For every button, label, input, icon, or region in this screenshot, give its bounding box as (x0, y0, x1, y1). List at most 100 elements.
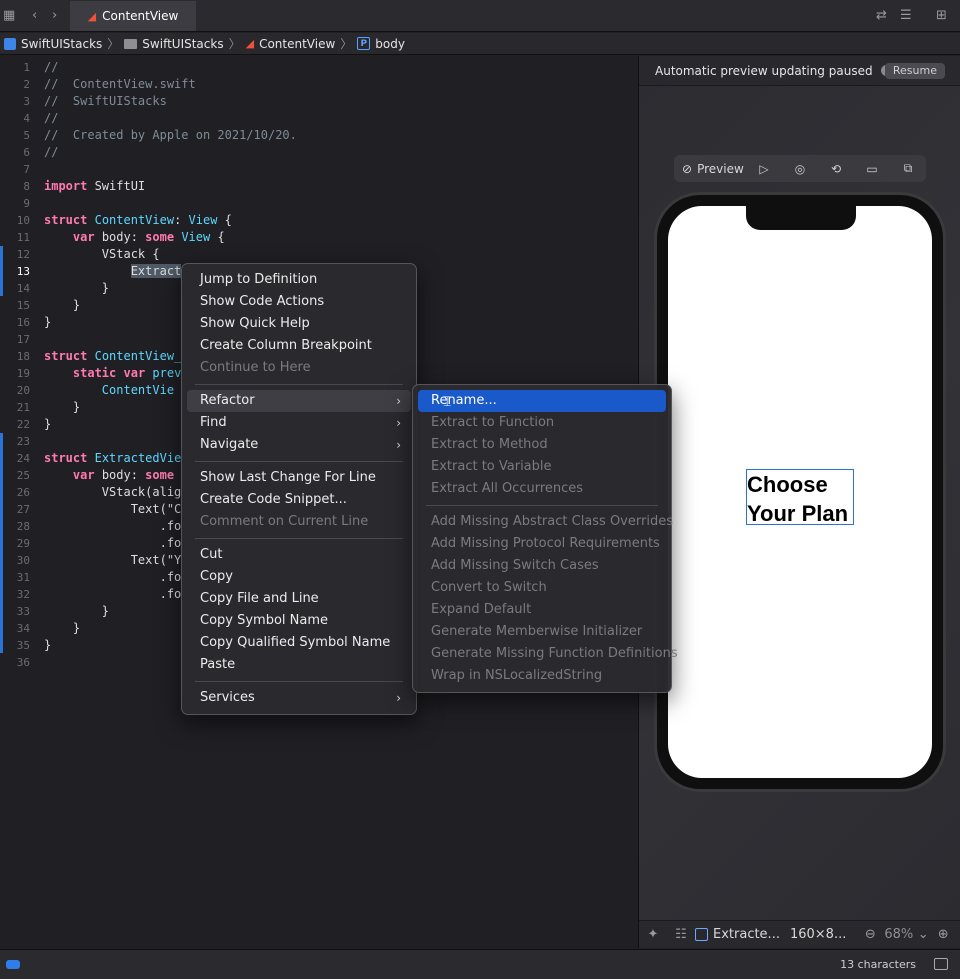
line-number[interactable]: 22 (0, 416, 30, 433)
menu-item-copy-qualified-symbol-name[interactable]: Copy Qualified Symbol Name (187, 632, 411, 654)
line-number[interactable]: 23 (0, 433, 30, 450)
line-number[interactable]: 19 (0, 365, 30, 382)
selectable-icon[interactable]: ◎ (782, 162, 818, 176)
line-number[interactable]: 18 (0, 348, 30, 365)
breadcrumb-project[interactable]: SwiftUIStacks (4, 37, 102, 51)
code-line[interactable]: 2 // ContentView.swift (0, 76, 638, 93)
code-line[interactable]: 9 (0, 195, 638, 212)
menu-item-copy[interactable]: Copy (187, 566, 411, 588)
menu-item-find[interactable]: Find › (187, 412, 411, 434)
debug-area-toggle[interactable] (6, 960, 20, 969)
code-token: } (44, 281, 110, 295)
breadcrumb-folder[interactable]: SwiftUIStacks (124, 37, 224, 51)
line-number[interactable]: 4 (0, 110, 30, 127)
code-token: var (72, 468, 95, 482)
preview-item-name[interactable]: Extracte... (713, 927, 780, 942)
line-number[interactable]: 13 (0, 263, 30, 280)
chevron-down-icon[interactable]: ⌄ (913, 927, 933, 942)
menu-item-create-column-breakpoint[interactable]: Create Column Breakpoint (187, 335, 411, 357)
line-number[interactable]: 25 (0, 467, 30, 484)
menu-item-copy-file-and-line[interactable]: Copy File and Line (187, 588, 411, 610)
menu-item-copy-symbol-name[interactable]: Copy Symbol Name (187, 610, 411, 632)
line-number[interactable]: 31 (0, 569, 30, 586)
menu-item-label: Copy Qualified Symbol Name (200, 635, 391, 650)
variants-icon[interactable]: ☷ (667, 927, 695, 942)
line-number[interactable]: 32 (0, 586, 30, 603)
line-number[interactable]: 26 (0, 484, 30, 501)
line-number[interactable]: 24 (0, 450, 30, 467)
line-number[interactable]: 28 (0, 518, 30, 535)
zoom-in-icon[interactable]: ⊕ (933, 927, 953, 942)
duplicate-icon[interactable]: ⧉ (890, 161, 926, 176)
line-number[interactable]: 1 (0, 59, 30, 76)
line-number[interactable]: 33 (0, 603, 30, 620)
code-line[interactable]: 12 VStack { (0, 246, 638, 263)
line-number[interactable]: 27 (0, 501, 30, 518)
grid-icon[interactable]: ▦ (3, 8, 15, 24)
line-number[interactable]: 16 (0, 314, 30, 331)
code-line[interactable]: 10 struct ContentView: View { (0, 212, 638, 229)
menu-item-show-quick-help[interactable]: Show Quick Help (187, 313, 411, 335)
line-number[interactable]: 5 (0, 127, 30, 144)
menu-item-paste[interactable]: Paste (187, 654, 411, 676)
line-number[interactable]: 30 (0, 552, 30, 569)
line-number[interactable]: 36 (0, 654, 30, 671)
forward-icon[interactable]: › (52, 8, 57, 24)
line-number[interactable]: 17 (0, 331, 30, 348)
menu-item-show-code-actions[interactable]: Show Code Actions (187, 291, 411, 313)
line-number[interactable]: 8 (0, 178, 30, 195)
code-line[interactable]: 7 (0, 161, 638, 178)
line-number[interactable]: 12 (0, 246, 30, 263)
line-number[interactable]: 11 (0, 229, 30, 246)
line-number[interactable]: 15 (0, 297, 30, 314)
menu-item-navigate[interactable]: Navigate › (187, 434, 411, 456)
code-line[interactable]: 1 // (0, 59, 638, 76)
split-editor-icon[interactable]: ⊞ (936, 8, 947, 24)
zoom-level[interactable]: 68% (884, 927, 913, 942)
line-number[interactable]: 3 (0, 93, 30, 110)
tab-contentview[interactable]: ◢ ContentView (70, 1, 196, 31)
line-number[interactable]: 7 (0, 161, 30, 178)
line-number[interactable]: 2 (0, 76, 30, 93)
line-number[interactable]: 21 (0, 399, 30, 416)
code-line[interactable]: 6 // (0, 144, 638, 161)
live-preview-icon[interactable]: ▷ (746, 162, 782, 176)
line-number[interactable]: 20 (0, 382, 30, 399)
related-items-icon[interactable]: ⇄ (876, 8, 887, 24)
code-line[interactable]: 8 import SwiftUI (0, 178, 638, 195)
line-number[interactable]: 29 (0, 535, 30, 552)
panel-toggle-icon[interactable] (934, 958, 948, 970)
zoom-out-icon[interactable]: ⊖ (856, 927, 884, 942)
back-icon[interactable]: ‹ (32, 8, 37, 24)
code-token: SwiftUI (87, 179, 146, 193)
breadcrumb-file[interactable]: ◢ ContentView (246, 37, 336, 51)
line-number[interactable]: 9 (0, 195, 30, 212)
breadcrumb-symbol[interactable]: P body (357, 37, 405, 51)
pin-icon[interactable]: ✦ (639, 927, 667, 942)
code-line[interactable]: 5 // Created by Apple on 2021/10/20. (0, 127, 638, 144)
menu-item-services[interactable]: Services › (187, 687, 411, 709)
code-token: // Created by Apple on 2021/10/20. (44, 128, 297, 142)
line-number[interactable]: 14 (0, 280, 30, 297)
menu-item-create-code-snippet[interactable]: Create Code Snippet... (187, 489, 411, 511)
editor-options-icon[interactable]: ☰ (900, 8, 912, 24)
menu-item-cut[interactable]: Cut (187, 544, 411, 566)
preview-mode-button[interactable]: ⊘ Preview (674, 162, 746, 176)
code-line[interactable]: 3 // SwiftUIStacks (0, 93, 638, 110)
menu-item-refactor[interactable]: Refactor › (187, 390, 411, 412)
menu-item-rename[interactable]: Rename... (418, 390, 666, 412)
menu-item-wrap-in-nslocalizedstring: Wrap in NSLocalizedString (418, 665, 666, 687)
resume-button[interactable]: Resume (884, 63, 945, 79)
code-line[interactable]: 11 var body: some View { (0, 229, 638, 246)
menu-item-show-last-change-for-line[interactable]: Show Last Change For Line (187, 467, 411, 489)
device-settings-icon[interactable]: ▭ (854, 162, 890, 176)
line-number[interactable]: 35 (0, 637, 30, 654)
line-number[interactable]: 34 (0, 620, 30, 637)
preview-text[interactable]: Choose Your Plan (747, 470, 867, 528)
context-menu: Jump to Definition Show Code Actions Show … (181, 263, 417, 715)
code-line[interactable]: 4 // (0, 110, 638, 127)
line-number[interactable]: 6 (0, 144, 30, 161)
menu-item-jump-to-definition[interactable]: Jump to Definition (187, 269, 411, 291)
line-number[interactable]: 10 (0, 212, 30, 229)
rotate-icon[interactable]: ⟲ (818, 162, 854, 176)
